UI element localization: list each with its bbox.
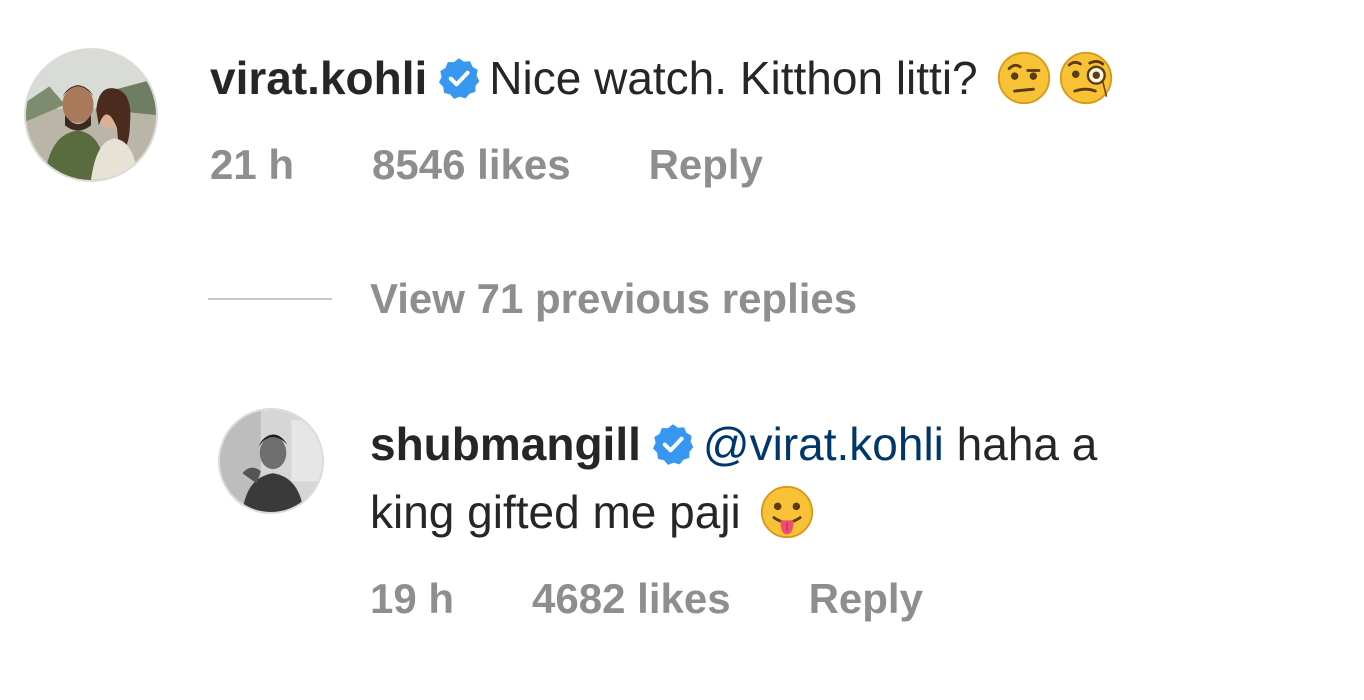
comment-1-reply-button[interactable]: Reply	[649, 140, 763, 190]
comment-1-username[interactable]: virat.kohli	[210, 52, 427, 104]
comment-2-body-line-2: king gifted me paji	[370, 486, 741, 538]
verified-badge-icon	[437, 56, 481, 100]
avatar-shubmangill[interactable]	[218, 408, 324, 514]
comment-1-text-line: virat.kohli Nice watch. Kitthon litti?	[210, 50, 1114, 110]
comment-2-text-line-2: king gifted me paji	[370, 484, 815, 544]
comment-2-text-line-1: shubmangill @virat.kohli haha a	[370, 416, 1097, 472]
tongue-out-emoji-icon	[759, 484, 815, 540]
comment-2-username[interactable]: shubmangill	[370, 418, 641, 470]
replies-divider-line	[208, 298, 332, 300]
verified-badge-icon	[651, 422, 695, 466]
comment-1-time: 21 h	[210, 141, 295, 188]
profile-photo-couple	[26, 50, 156, 180]
comment-1-likes[interactable]: 8546 likes	[372, 140, 571, 190]
monocle-face-emoji-icon	[1058, 50, 1114, 106]
comment-1-body: Nice watch. Kitthon litti?	[489, 52, 978, 104]
comment-1-meta: 21 h 8546 likes Reply	[210, 140, 763, 190]
comment-2-reply-button[interactable]: Reply	[809, 574, 923, 624]
comment-2-meta: 19 h 4682 likes Reply	[370, 574, 923, 624]
raised-eyebrow-emoji-icon	[996, 50, 1052, 106]
comment-2-body-line-1: haha a	[956, 418, 1098, 470]
comment-2-time: 19 h	[370, 575, 455, 622]
view-previous-replies-label: View 71 previous replies	[370, 275, 858, 322]
avatar-virat-kohli[interactable]	[24, 48, 158, 182]
profile-photo-man	[220, 410, 322, 512]
view-previous-replies-button[interactable]: View 71 previous replies	[208, 274, 857, 324]
comment-2-likes[interactable]: 4682 likes	[532, 574, 731, 624]
comment-2-mention-link[interactable]: @virat.kohli	[703, 418, 944, 470]
